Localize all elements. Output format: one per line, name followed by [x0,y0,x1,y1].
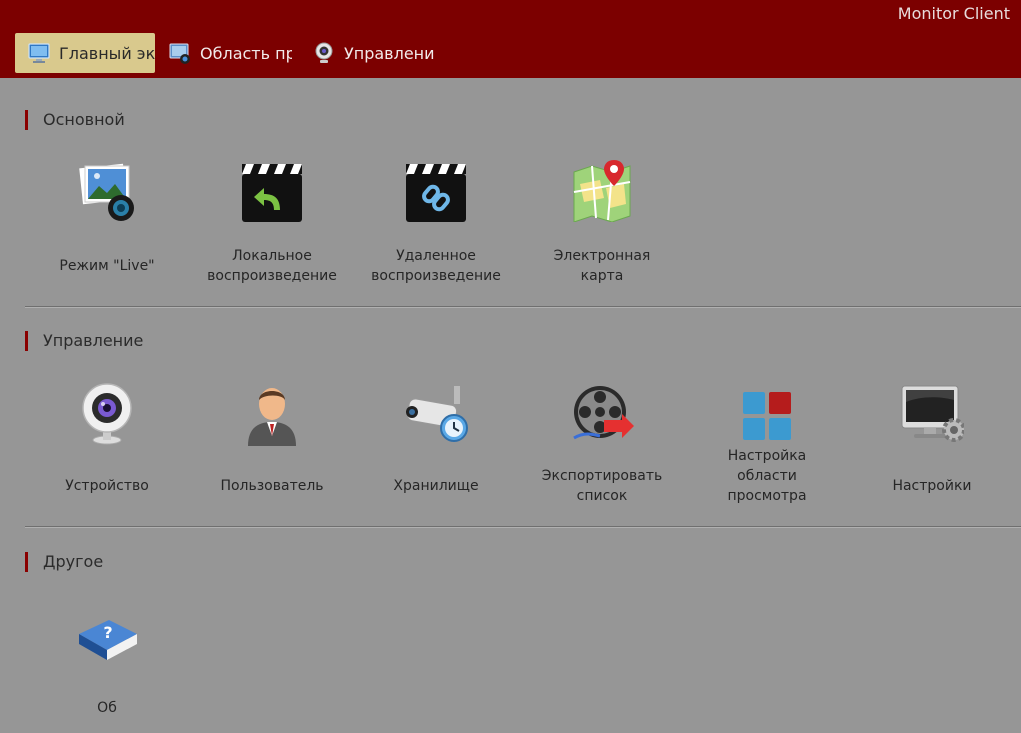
section-title-other: Другое [25,552,103,572]
tab-view-area[interactable]: Область пр [168,33,292,73]
tile-label: Экспортировать список [541,468,663,504]
section-divider [25,526,1021,528]
top-bar: Monitor Client Главный эк Область пр Упр… [0,0,1021,78]
tab-management[interactable]: Управлени [312,33,434,73]
section-divider [25,306,1021,308]
local-playback-icon [242,164,302,222]
tile-label: Устройство [65,478,149,494]
tile-label: Настройки [892,478,972,494]
tile-label: Пользователь [220,478,324,494]
tile-live-view[interactable]: Режим "Live" [32,160,182,290]
storage-camera-icon [406,386,468,442]
tile-e-map[interactable]: Электронная карта [527,158,677,290]
app-title: Monitor Client [897,4,1010,23]
tile-label: Режим "Live" [59,258,155,274]
section-title-management: Управление [25,331,143,351]
svg-text:?: ? [103,623,112,642]
tile-remote-playback[interactable]: Удаленное воспроизведение [361,160,511,290]
export-film-icon [573,386,634,440]
user-icon [248,388,296,446]
help-book-icon: ? [79,620,137,660]
e-map-icon [573,160,631,222]
tile-settings[interactable]: Настройки [857,382,1007,512]
tile-storage[interactable]: Хранилище [361,382,511,512]
tab-label: Управлени [344,43,434,63]
remote-playback-icon [406,164,466,222]
tile-label: Хранилище [393,478,479,494]
tile-label: Электронная карта [553,248,651,284]
tile-about[interactable]: ? Об [32,604,182,724]
tile-view-layout-settings[interactable]: Настройка области просмотра [692,386,842,512]
tile-label: Локальное воспроизведение [207,248,337,284]
tab-label: Область пр [200,43,292,63]
tab-main-screen[interactable]: Главный эк [15,33,155,73]
tile-label: Настройка области просмотра [727,448,807,504]
view-area-icon [169,43,190,64]
tile-user[interactable]: Пользователь [197,382,347,512]
tile-device[interactable]: Устройство [32,382,182,512]
section-title-main: Основной [25,110,125,130]
tab-label: Главный эк [59,43,155,63]
monitor-icon [28,43,50,63]
tile-local-playback[interactable]: Локальное воспроизведение [197,160,347,290]
webcam-device-icon [82,383,132,445]
tile-label: Удаленное воспроизведение [371,248,501,284]
live-view-icon [79,163,134,221]
webcam-icon [315,42,333,63]
view-layout-icon [743,392,791,440]
settings-monitor-icon [901,385,964,442]
tile-export-list[interactable]: Экспортировать список [527,382,677,512]
tile-label: Об [97,700,117,716]
